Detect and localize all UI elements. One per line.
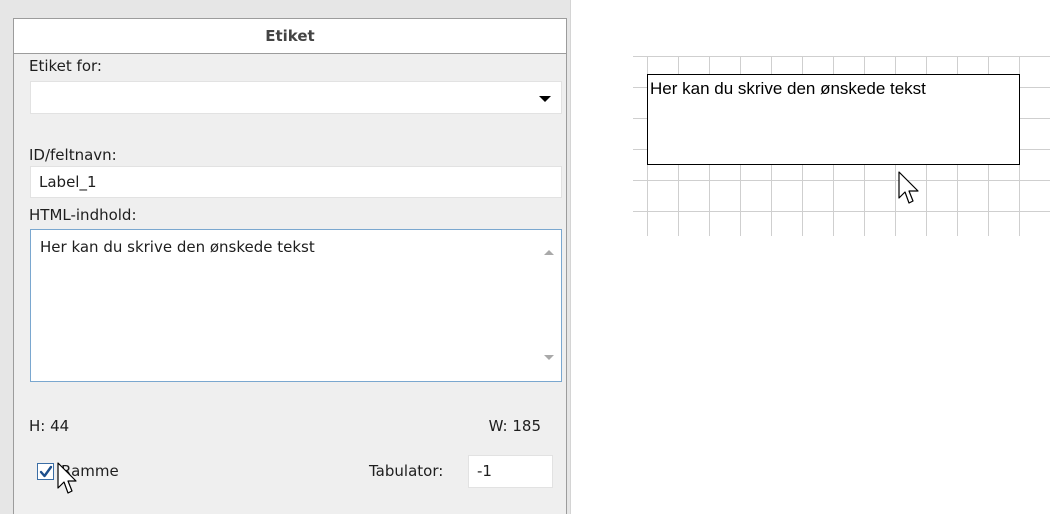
arrow-cursor-icon xyxy=(57,462,77,494)
app-window: Etiket Etiket for: ID/feltnavn: Label_1 … xyxy=(0,0,1050,514)
label-element[interactable]: Her kan du skrive den ønskede tekst xyxy=(647,74,1020,165)
label-for-select[interactable] xyxy=(30,81,562,114)
label-for-label: Etiket for: xyxy=(29,57,102,75)
html-content-label: HTML-indhold: xyxy=(29,206,137,224)
scroll-down-arrow-icon[interactable] xyxy=(544,355,554,360)
arrow-cursor-icon xyxy=(898,171,919,204)
height-readout: H: 44 xyxy=(29,417,70,435)
tab-index-label: Tabulator: xyxy=(369,462,444,480)
tab-index-input[interactable]: -1 xyxy=(468,455,553,488)
textarea-scrollbar[interactable] xyxy=(535,230,561,381)
panel-title: Etiket xyxy=(14,19,566,54)
checkmark-icon xyxy=(39,465,53,478)
properties-panel-frame: Etiket Etiket for: ID/feltnavn: Label_1 … xyxy=(13,18,567,514)
html-content-text: Her kan du skrive den ønskede tekst xyxy=(40,238,315,256)
chevron-down-icon[interactable] xyxy=(539,96,551,102)
id-field-input[interactable]: Label_1 xyxy=(30,166,562,198)
scroll-up-arrow-icon[interactable] xyxy=(544,250,554,255)
frame-checkbox[interactable] xyxy=(37,463,54,480)
id-field-label: ID/feltnavn: xyxy=(29,146,117,164)
properties-panel: Etiket Etiket for: ID/feltnavn: Label_1 … xyxy=(0,0,571,514)
html-content-textarea[interactable]: Her kan du skrive den ønskede tekst xyxy=(30,229,562,382)
width-readout: W: 185 xyxy=(488,417,541,435)
label-element-text: Her kan du skrive den ønskede tekst xyxy=(650,79,926,98)
